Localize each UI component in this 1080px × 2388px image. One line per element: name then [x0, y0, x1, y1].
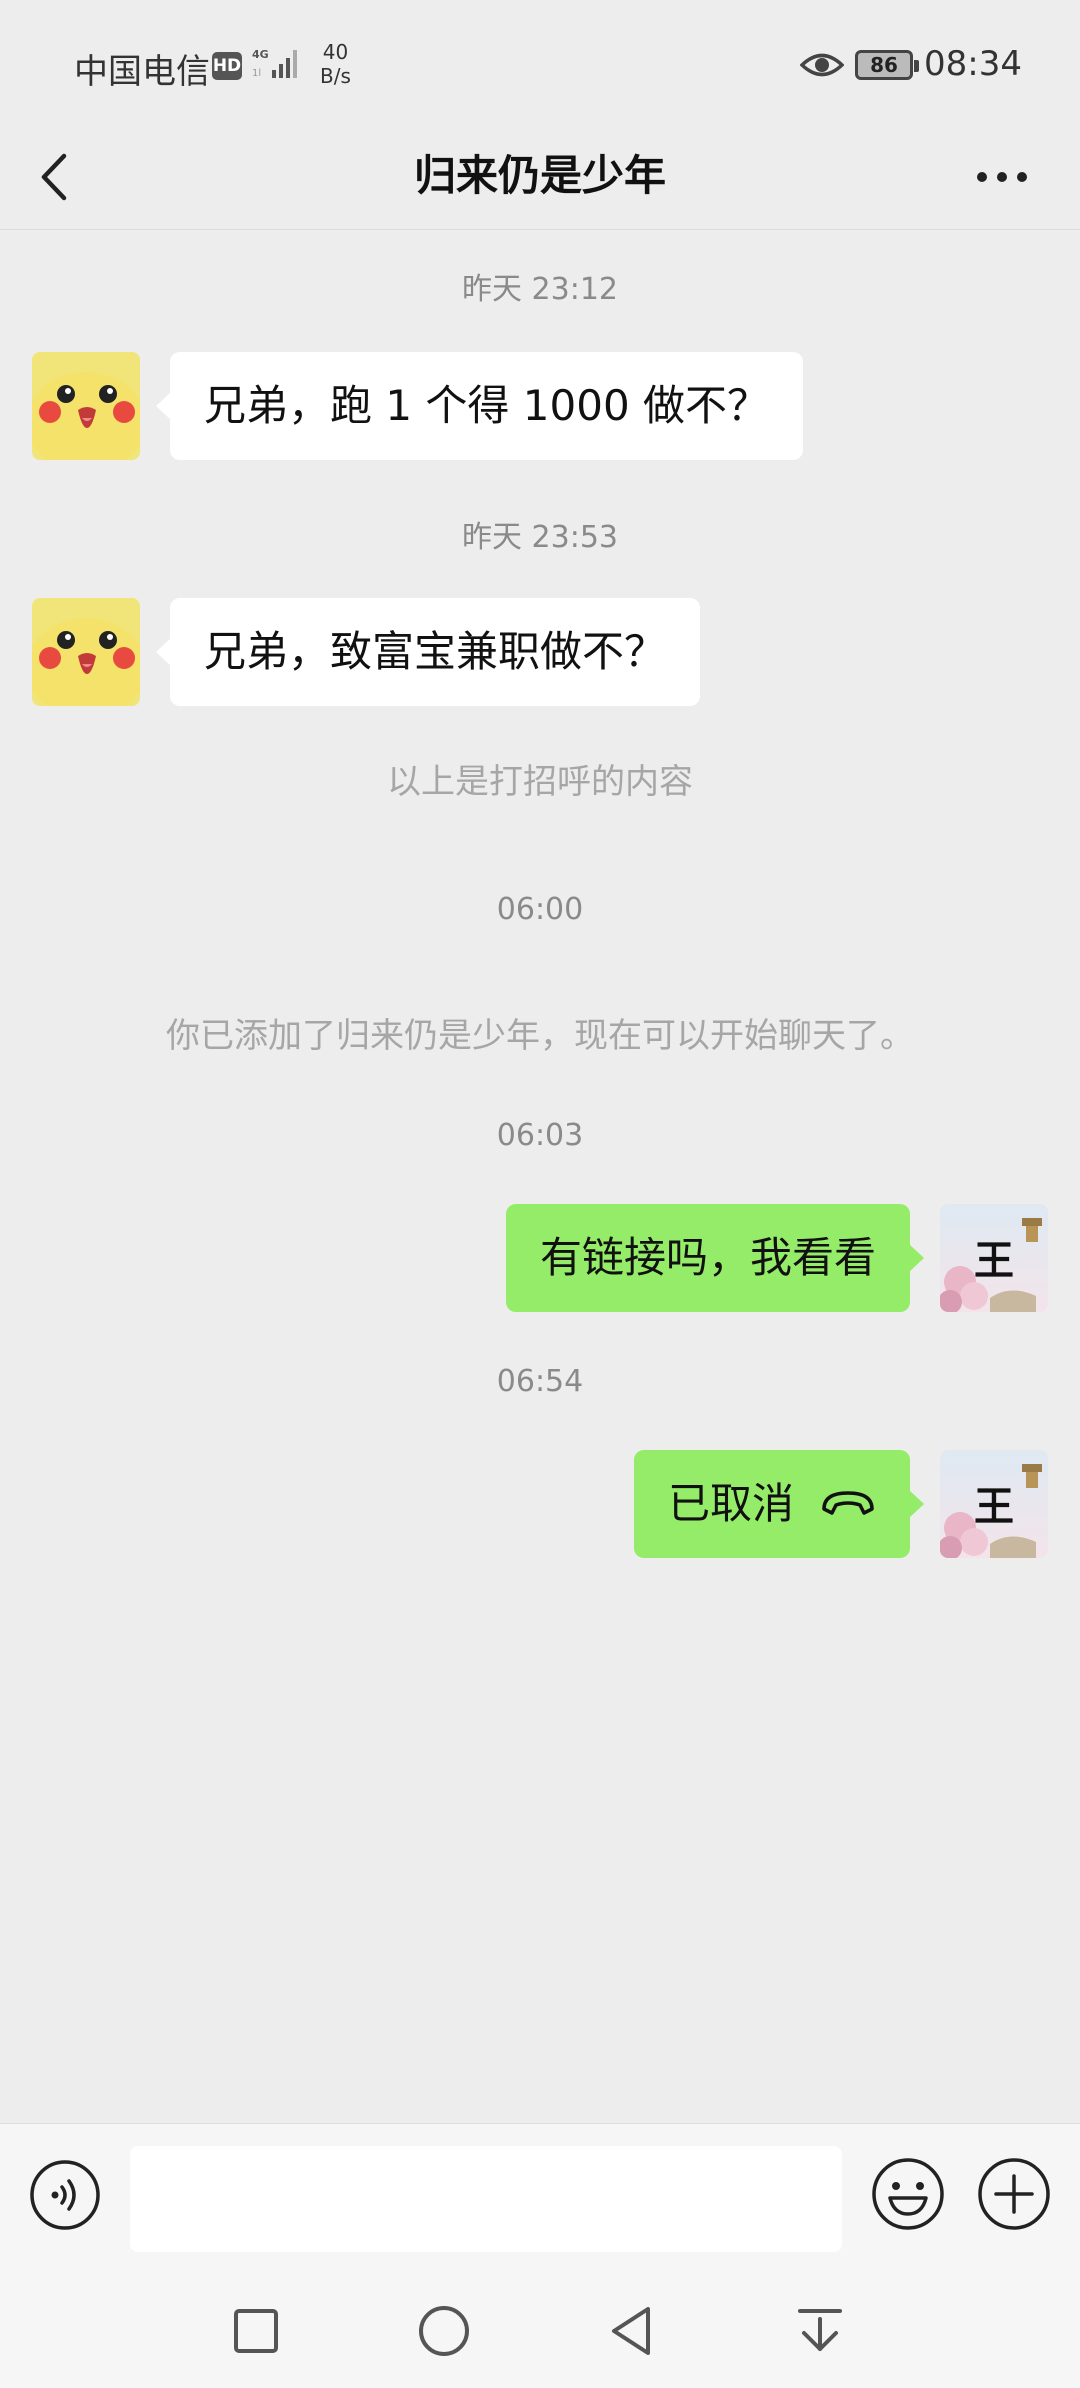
home-circle-icon[interactable]: [416, 2303, 472, 2359]
timestamp: 昨天 23:53: [462, 520, 618, 555]
header-divider: [0, 229, 1080, 230]
battery-indicator: 86: [855, 50, 919, 80]
status-bar: 中国电信 HD 4G 1l 40 B/s 86 08:34: [0, 0, 1080, 130]
chat-title: 归来仍是少年: [413, 151, 666, 200]
system-navigation-bar: [0, 2273, 1080, 2388]
system-message: 以上是打招呼的内容: [387, 762, 693, 802]
network-speed-unit: B/s: [320, 64, 351, 88]
message-input[interactable]: [130, 2146, 842, 2252]
self-avatar-text: 王: [974, 1237, 1014, 1284]
plus-icon[interactable]: [976, 2156, 1052, 2232]
chat-input-bar: [0, 2123, 1080, 2273]
svg-text:1l: 1l: [252, 68, 261, 79]
recents-square-icon[interactable]: [228, 2303, 284, 2359]
outgoing-message-bubble[interactable]: 有链接吗，我看看: [505, 1204, 925, 1312]
incoming-message-bubble[interactable]: 兄弟，跑 1 个得 1000 做不？: [155, 352, 804, 460]
emoji-icon[interactable]: [870, 2156, 946, 2232]
timestamp: 06:03: [496, 1118, 584, 1153]
timestamp: 昨天 23:12: [462, 272, 618, 307]
network-speed-value: 40: [322, 40, 349, 64]
eye-icon: [800, 53, 844, 77]
back-triangle-icon[interactable]: [604, 2303, 660, 2359]
phone-hangup-icon: [822, 1490, 874, 1515]
timestamp: 06:54: [496, 1364, 584, 1399]
timestamp: 06:00: [496, 892, 584, 927]
self-avatar-text: 王: [974, 1483, 1014, 1530]
network-speed: 40 B/s: [320, 40, 351, 88]
self-avatar[interactable]: 王: [940, 1204, 1048, 1312]
more-horizontal-icon[interactable]: [972, 152, 1032, 202]
call-status-label: 已取消: [667, 1479, 794, 1528]
clock: 08:34: [924, 44, 1022, 84]
outgoing-call-bubble[interactable]: 已取消: [633, 1450, 925, 1558]
incoming-message-bubble[interactable]: 兄弟，致富宝兼职做不？: [155, 598, 701, 706]
contact-avatar[interactable]: [32, 598, 140, 706]
system-message: 你已添加了归来仍是少年，现在可以开始聊天了。: [166, 1016, 914, 1056]
voice-icon[interactable]: [28, 2158, 102, 2232]
notification-pull-icon[interactable]: [792, 2303, 848, 2359]
signal-icon: 4G 1l: [252, 48, 297, 79]
hd-badge: HD: [212, 52, 242, 80]
self-avatar[interactable]: 王: [940, 1450, 1048, 1558]
contact-avatar[interactable]: [32, 352, 140, 460]
chat-header: 归来仍是少年: [0, 130, 1080, 230]
svg-text:4G: 4G: [252, 48, 269, 61]
carrier-label: 中国电信: [74, 52, 210, 92]
